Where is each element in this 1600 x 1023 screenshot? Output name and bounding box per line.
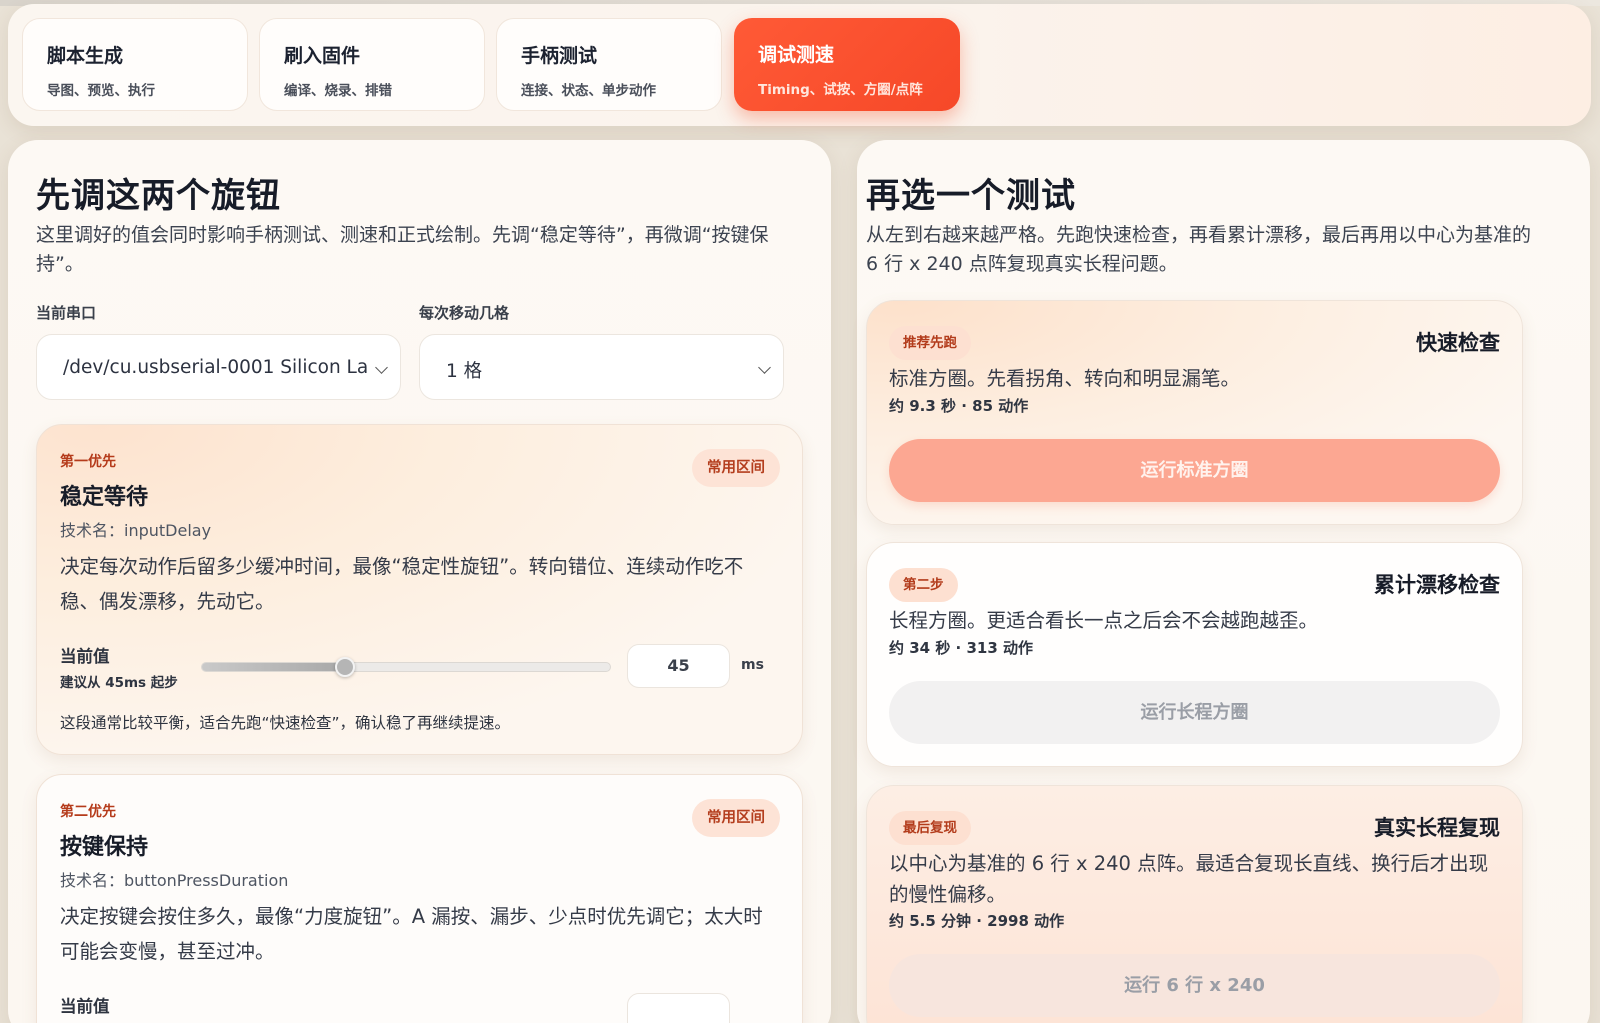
test-badge: 推荐先跑 (889, 326, 971, 360)
step-label: 每次移动几格 (419, 304, 510, 322)
run-grid-6x240-button[interactable]: 运行 6 行 x 240 (889, 954, 1500, 1017)
knob-note: 这段通常比较平衡，适合先跑“快速检查”，确认稳了再继续提速。 (60, 714, 511, 732)
tab-title: 手柄测试 (521, 45, 598, 67)
test-card-drift-check: 第二步 累计漂移检查 长程方圈。更适合看长一点之后会不会越跑越歪。 约 34 秒… (866, 542, 1523, 767)
chevron-down-icon (758, 361, 771, 374)
panel-description: 这里调好的值会同时影响手柄测试、测速和正式绘制。先调“稳定等待”，再微调“按键保… (36, 224, 769, 275)
port-label: 当前串口 (36, 304, 97, 322)
panel-heading: 再选一个测试 (866, 176, 1076, 216)
test-title: 累计漂移检查 (1374, 573, 1500, 597)
tab-title: 脚本生成 (47, 45, 124, 67)
test-description: 以中心为基准的 6 行 x 240 点阵。最适合复现长直线、换行后才出现的慢性偏… (889, 852, 1489, 906)
tab-script-generate[interactable]: 脚本生成 导图、预览、执行 (22, 18, 248, 111)
tab-subtitle: 编译、烧录、排错 (284, 83, 392, 99)
test-meta: 约 9.3 秒 · 85 动作 (889, 397, 1029, 415)
test-badge: 第二步 (889, 568, 958, 602)
test-meta: 约 34 秒 · 313 动作 (889, 639, 1033, 657)
test-description: 标准方圈。先看拐角、转向和明显漏笔。 (889, 367, 1241, 390)
tab-subtitle: 导图、预览、执行 (47, 83, 155, 99)
input-delay-number-input[interactable]: 45 (627, 644, 730, 688)
slider-fill (202, 663, 345, 671)
knob-tech-name: 技术名：buttonPressDuration (60, 871, 289, 890)
test-title: 快速检查 (1416, 331, 1500, 355)
unit-label: ms (741, 657, 764, 673)
test-meta: 约 5.5 分钟 · 2998 动作 (889, 912, 1065, 930)
test-description: 长程方圈。更适合看长一点之后会不会越跑越歪。 (889, 609, 1319, 632)
suggestion-text: 建议从 45ms 起步 (60, 675, 178, 691)
knob-title: 按键保持 (60, 835, 149, 860)
test-badge: 最后复现 (889, 811, 971, 845)
priority-label: 第一优先 (60, 454, 116, 470)
serial-port-select[interactable]: /dev/cu.usbserial-0001 Silicon La (36, 334, 401, 400)
panel-heading: 先调这两个旋钮 (36, 176, 281, 216)
tab-flash-firmware[interactable]: 刷入固件 编译、烧录、排错 (259, 18, 485, 111)
current-value-label: 当前值 (60, 997, 110, 1016)
tab-subtitle: 连接、状态、单步动作 (521, 83, 656, 99)
run-standard-square-button[interactable]: 运行标准方圈 (889, 439, 1500, 502)
tab-title: 刷入固件 (284, 45, 361, 67)
move-step-select[interactable]: 1 格 (419, 334, 784, 400)
tab-title: 调试测速 (758, 44, 835, 66)
range-badge: 常用区间 (692, 799, 780, 837)
tab-subtitle: Timing、试按、方圈/点阵 (758, 82, 923, 98)
test-card-long-reproduce: 最后复现 真实长程复现 以中心为基准的 6 行 x 240 点阵。最适合复现长直… (866, 785, 1523, 1023)
serial-port-value: /dev/cu.usbserial-0001 Silicon La (63, 357, 369, 378)
tab-controller-test[interactable]: 手柄测试 连接、状态、单步动作 (496, 18, 722, 111)
slider-thumb[interactable] (334, 657, 355, 677)
tab-debug-speed[interactable]: 调试测速 Timing、试按、方圈/点阵 (734, 18, 960, 111)
panel-description: 从左到右越来越严格。先跑快速检查，再看累计漂移，最后再用以中心为基准的 6 行 … (866, 224, 1532, 275)
run-long-square-button[interactable]: 运行长程方圈 (889, 681, 1500, 744)
knob-description: 决定按键会按住多久，最像“力度旋钮”。A 漏按、漏步、少点时优先调它；太大时可能… (60, 905, 763, 963)
priority-label: 第二优先 (60, 804, 116, 820)
knob-card-input-delay: 第一优先 常用区间 稳定等待 技术名：inputDelay 决定每次动作后留多少… (36, 424, 803, 755)
knob-title: 稳定等待 (60, 485, 149, 510)
test-card-quick-check: 推荐先跑 快速检查 标准方圈。先看拐角、转向和明显漏笔。 约 9.3 秒 · 8… (866, 300, 1523, 525)
button-press-number-input[interactable] (627, 993, 730, 1023)
move-step-value: 1 格 (446, 361, 483, 382)
input-delay-slider[interactable] (201, 657, 611, 677)
range-badge: 常用区间 (692, 449, 780, 487)
test-title: 真实长程复现 (1374, 816, 1500, 840)
mode-tab-bar: 脚本生成 导图、预览、执行 刷入固件 编译、烧录、排错 手柄测试 连接、状态、单… (8, 4, 1591, 126)
chevron-down-icon (375, 361, 388, 374)
current-value-label: 当前值 (60, 647, 110, 666)
knob-tech-name: 技术名：inputDelay (60, 521, 212, 540)
knob-card-button-press: 第二优先 常用区间 按键保持 技术名：buttonPressDuration 决… (36, 774, 803, 1023)
knob-description: 决定每次动作后留多少缓冲时间，最像“稳定性旋钮”。转向错位、连续动作吃不稳、偶发… (60, 555, 744, 613)
